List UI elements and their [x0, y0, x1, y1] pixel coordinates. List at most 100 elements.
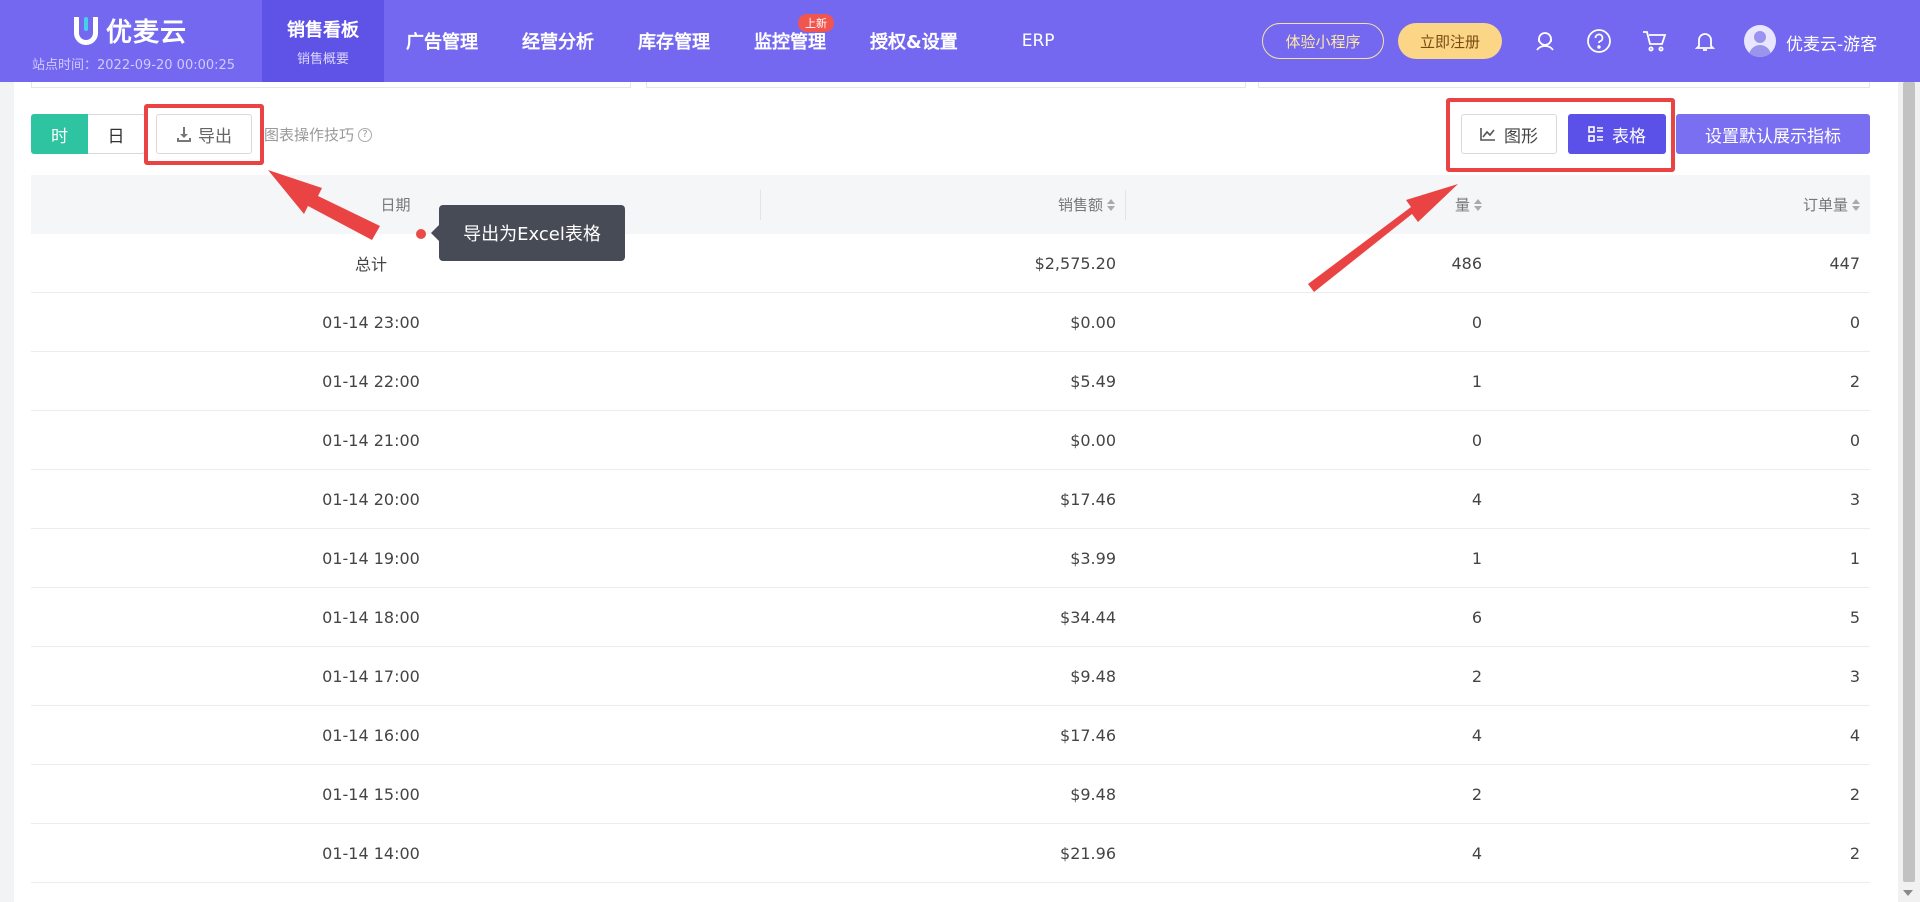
- cell-units: 1: [1471, 371, 1482, 391]
- header-units[interactable]: 量: [1126, 190, 1492, 220]
- header-orders-label: 订单量: [1802, 196, 1848, 214]
- vertical-scrollbar[interactable]: [1898, 82, 1920, 902]
- cell-sales: $17.46: [1060, 725, 1116, 745]
- nav-item-sales-board[interactable]: 销售看板 销售概要: [262, 0, 384, 82]
- cell-orders: 3: [1849, 666, 1860, 686]
- nav-item-monitor[interactable]: 监控管理 上新: [732, 0, 848, 82]
- cell-orders: 2: [1849, 784, 1860, 804]
- table-row: 01-14 21:00 $0.00 0 0: [31, 411, 1870, 470]
- table-row: 01-14 17:00 $9.48 2 3: [31, 647, 1870, 706]
- cell-date: 01-14 14:00: [322, 843, 420, 863]
- table-total-row: 总计 $2,575.20 486 447: [31, 234, 1870, 293]
- day-toggle-button[interactable]: 日: [88, 114, 145, 154]
- cell-orders: 4: [1849, 725, 1860, 745]
- summary-card-edge: [646, 82, 1246, 88]
- new-badge: 上新: [798, 14, 834, 32]
- help-icon[interactable]: [1586, 28, 1612, 54]
- cell-orders: 447: [1829, 253, 1860, 273]
- cell-units: 4: [1471, 725, 1482, 745]
- set-default-metrics-button[interactable]: 设置默认展示指标: [1676, 114, 1870, 154]
- table-row: 01-14 22:00 $5.49 1 2: [31, 352, 1870, 411]
- cell-sales: $9.48: [1070, 784, 1116, 804]
- sales-table: 日期 销售额 量 订单量 总计 $2,575.20 486 447 01-14 23:0…: [31, 175, 1870, 883]
- sort-icon[interactable]: [1852, 198, 1860, 211]
- support-icon[interactable]: [1532, 28, 1558, 54]
- cell-units: 1: [1471, 548, 1482, 568]
- avatar-icon[interactable]: [1744, 25, 1776, 57]
- logo-text: 优麦云: [106, 18, 188, 48]
- cell-date: 01-14 22:00: [322, 371, 420, 391]
- nav-item-erp[interactable]: ERP: [1000, 0, 1077, 82]
- cell-sales: $5.49: [1070, 371, 1116, 391]
- nav-item-auth-settings[interactable]: 授权&设置: [848, 0, 980, 82]
- header-sales[interactable]: 销售额: [761, 189, 1126, 220]
- table-row: 01-14 23:00 $0.00 0 0: [31, 293, 1870, 352]
- table-body: 总计 $2,575.20 486 447 01-14 23:00 $0.00 0 0 01-14…: [31, 234, 1870, 883]
- chart-tips-link[interactable]: 图表操作技巧 ?: [264, 124, 373, 145]
- cell-units: 6: [1471, 607, 1482, 627]
- summary-card-edge: [31, 82, 631, 88]
- cell-orders: 1: [1849, 548, 1860, 568]
- cell-date: 01-14 19:00: [322, 548, 420, 568]
- sort-icon[interactable]: [1107, 198, 1115, 211]
- user-name[interactable]: 优麦云-游客: [1786, 30, 1877, 55]
- summary-card-edge: [1258, 82, 1870, 88]
- register-button[interactable]: 立即注册: [1398, 23, 1502, 59]
- hour-toggle-button[interactable]: 时: [31, 114, 88, 154]
- cell-sales: $17.46: [1060, 489, 1116, 509]
- top-nav-bar: 优麦云 站点时间：2022-09-20 00:00:25 销售看板 销售概要 广…: [0, 0, 1920, 82]
- cell-units: 0: [1471, 312, 1482, 332]
- nav-item-analysis[interactable]: 经营分析: [500, 0, 616, 82]
- cart-icon[interactable]: [1641, 28, 1667, 54]
- cell-sales: $34.44: [1060, 607, 1116, 627]
- logo[interactable]: 优麦云: [74, 12, 187, 49]
- sales-table-panel: 时 日 导出 图表操作技巧 ? 图形 表格 设置默认展示指标 日期 销售额 量: [14, 82, 1898, 902]
- main-nav: 销售看板 销售概要 广告管理 经营分析 库存管理 监控管理 上新 授权&设置 E…: [262, 0, 1077, 82]
- table-header: 日期 销售额 量 订单量: [31, 175, 1870, 234]
- nav-item-inventory[interactable]: 库存管理: [616, 0, 732, 82]
- mini-program-button[interactable]: 体验小程序: [1262, 23, 1384, 59]
- cell-orders: 5: [1849, 607, 1860, 627]
- scrollbar-thumb[interactable]: [1903, 82, 1915, 882]
- granularity-toggle: 时 日: [31, 114, 145, 154]
- nav-item-ads[interactable]: 广告管理: [384, 0, 500, 82]
- nav-item-label: 库存管理: [638, 32, 710, 53]
- cell-sales: $0.00: [1070, 430, 1116, 450]
- scroll-down-arrow-icon[interactable]: [1903, 890, 1913, 896]
- cell-units: 486: [1451, 253, 1482, 273]
- cell-date: 01-14 16:00: [322, 725, 420, 745]
- cell-units: 2: [1471, 784, 1482, 804]
- nav-item-label: 销售看板: [287, 19, 359, 41]
- bell-icon[interactable]: [1692, 28, 1718, 54]
- cell-sales: $0.00: [1070, 312, 1116, 332]
- cell-date: 01-14 21:00: [322, 430, 420, 450]
- sort-icon[interactable]: [1474, 198, 1482, 211]
- table-row: 01-14 16:00 $17.46 4 4: [31, 706, 1870, 765]
- cell-date: 01-14 15:00: [322, 784, 420, 804]
- nav-item-label: 经营分析: [522, 32, 594, 53]
- cell-units: 4: [1471, 843, 1482, 863]
- table-row: 01-14 14:00 $21.96 4 2: [31, 824, 1870, 883]
- header-date-label: 日期: [380, 196, 411, 214]
- cell-units: 0: [1471, 430, 1482, 450]
- header-orders[interactable]: 订单量: [1492, 190, 1870, 220]
- nav-item-label: 授权&设置: [870, 32, 958, 53]
- nav-item-label: ERP: [1021, 31, 1055, 51]
- nav-item-label: 广告管理: [406, 32, 478, 53]
- table-row: 01-14 20:00 $17.46 4 3: [31, 470, 1870, 529]
- cell-date: 01-14 17:00: [322, 666, 420, 686]
- view-toggle-highlight-box: [1446, 98, 1675, 172]
- nav-item-sublabel: 销售概要: [296, 51, 349, 67]
- cell-sales: $3.99: [1070, 548, 1116, 568]
- logo-icon: [74, 16, 98, 45]
- cell-date: 01-14 20:00: [322, 489, 420, 509]
- cell-orders: 0: [1849, 312, 1860, 332]
- header-sales-label: 销售额: [1057, 196, 1103, 214]
- table-row: 01-14 18:00 $34.44 6 5: [31, 588, 1870, 647]
- question-icon: ?: [358, 127, 373, 142]
- cell-sales: $2,575.20: [1034, 253, 1116, 273]
- cell-date: 01-14 18:00: [322, 607, 420, 627]
- header-units-label: 量: [1454, 196, 1470, 214]
- cell-orders: 2: [1849, 843, 1860, 863]
- tips-label: 图表操作技巧: [264, 126, 355, 144]
